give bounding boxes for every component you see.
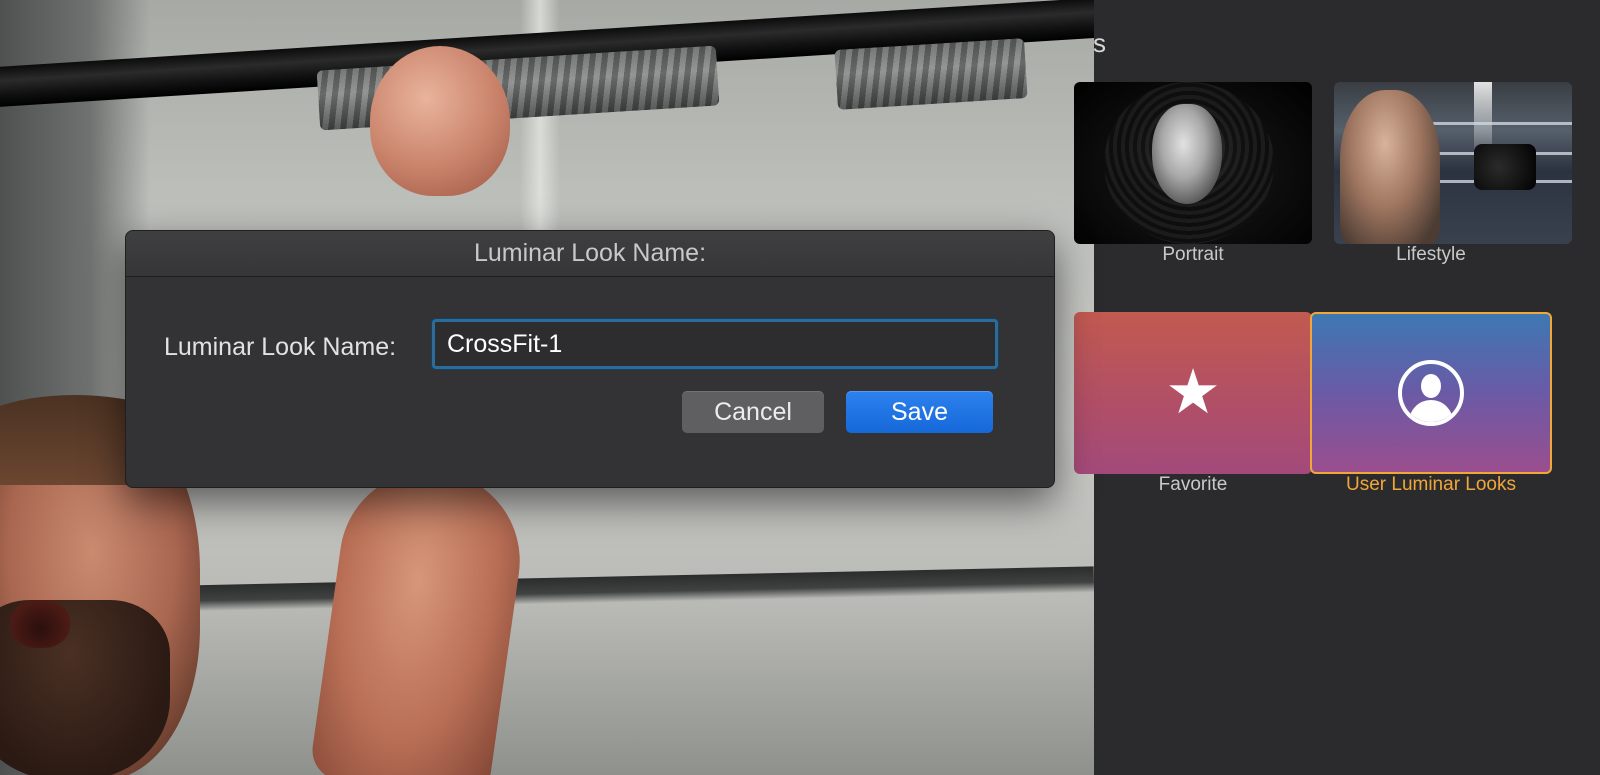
look-name-input[interactable]: [432, 319, 998, 369]
star-icon: ★: [1165, 358, 1221, 427]
category-label-user-looks[interactable]: User Luminar Looks: [1301, 474, 1561, 496]
look-name-dialog: Luminar Look Name: Luminar Look Name: Ca…: [125, 230, 1055, 488]
category-tile-lifestyle[interactable]: [1334, 82, 1572, 244]
category-tile-portrait[interactable]: [1074, 82, 1312, 244]
photo-hand: [370, 46, 510, 196]
photo-arm: [308, 459, 532, 775]
looks-panel: s Portrait Lifestyle ★ Favorite User Lum…: [1074, 0, 1600, 775]
save-button[interactable]: Save: [846, 391, 993, 433]
user-icon-body: [1409, 400, 1453, 422]
lifestyle-photo: [1340, 90, 1440, 244]
cancel-button[interactable]: Cancel: [682, 391, 824, 433]
category-tile-favorite[interactable]: ★: [1074, 312, 1312, 474]
portrait-face: [1152, 104, 1222, 204]
panel-title: s: [1093, 28, 1105, 58]
photo-floor-line: [179, 566, 1094, 612]
category-label-lifestyle[interactable]: Lifestyle: [1301, 244, 1561, 266]
photo-bar-tape: [834, 38, 1028, 110]
dialog-title: Luminar Look Name:: [126, 231, 1054, 277]
camera-icon: [1474, 144, 1536, 190]
user-icon: [1398, 360, 1464, 426]
look-name-label: Luminar Look Name:: [164, 333, 397, 361]
category-tile-user-looks[interactable]: [1310, 312, 1552, 474]
category-label-favorite[interactable]: Favorite: [1063, 474, 1323, 496]
photo-athlete-mouth: [10, 600, 70, 648]
category-label-portrait[interactable]: Portrait: [1063, 244, 1323, 266]
user-icon-head: [1421, 374, 1441, 398]
